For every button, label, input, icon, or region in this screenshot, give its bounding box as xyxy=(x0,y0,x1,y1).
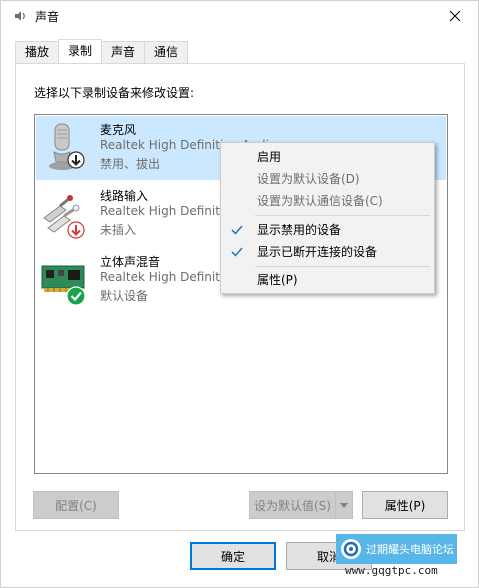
device-name: 线路输入 xyxy=(100,189,149,203)
sound-dialog: 声音 播放 录制 声音 通信 选择以下录制设备来修改设置: 麦克风 Realte… xyxy=(0,0,479,588)
title-bar: 声音 xyxy=(1,1,478,31)
set-default-dropdown-button[interactable] xyxy=(336,491,353,519)
menu-item-label: 显示已断开连接的设备 xyxy=(257,245,378,259)
menu-item-set-default-comm[interactable]: 设置为默认通信设备(C) xyxy=(223,190,432,212)
menu-separator xyxy=(255,215,430,216)
instruction-label: 选择以下录制设备来修改设置: xyxy=(34,86,195,100)
tab-playback[interactable]: 播放 xyxy=(15,41,60,63)
sound-card-icon xyxy=(40,254,88,306)
set-default-button[interactable]: 设为默认值(S) xyxy=(249,491,336,519)
configure-button[interactable]: 配置(C) xyxy=(33,491,119,519)
menu-item-show-disabled[interactable]: 显示禁用的设备 xyxy=(223,219,432,241)
menu-item-label: 设置为默认通信设备(C) xyxy=(257,194,383,208)
menu-item-label: 启用 xyxy=(257,150,282,164)
menu-item-label: 显示禁用的设备 xyxy=(257,223,342,237)
menu-item-set-default[interactable]: 设置为默认设备(D) xyxy=(223,168,432,190)
microphone-icon xyxy=(40,122,88,174)
checkmark-icon xyxy=(231,241,245,263)
context-menu: 启用 设置为默认设备(D) 设置为默认通信设备(C) 显示禁用的设备 显示已断开… xyxy=(220,142,435,294)
menu-item-label: 设置为默认设备(D) xyxy=(257,172,360,186)
close-button[interactable] xyxy=(432,1,478,31)
device-name: 立体声混音 xyxy=(100,255,161,269)
green-check-badge xyxy=(66,286,86,306)
chevron-down-icon xyxy=(340,502,348,508)
tab-sounds[interactable]: 声音 xyxy=(101,41,146,63)
menu-item-properties[interactable]: 属性(P) xyxy=(223,269,432,291)
close-icon xyxy=(449,10,461,22)
watermark-url: www.gqgtpc.com xyxy=(345,564,438,577)
properties-button[interactable]: 属性(P) xyxy=(362,491,448,519)
menu-separator xyxy=(255,266,430,267)
set-default-split-button: 设为默认值(S) xyxy=(249,491,353,519)
watermark-logo-icon xyxy=(341,539,361,559)
speaker-icon xyxy=(13,9,27,23)
watermark-text: 过期耀头电脑论坛 xyxy=(366,543,454,556)
device-name: 麦克风 xyxy=(100,123,137,137)
checkmark-icon xyxy=(231,219,245,241)
line-in-cable-icon xyxy=(40,188,88,240)
device-status: 默认设备 xyxy=(100,289,149,303)
menu-item-label: 属性(P) xyxy=(257,273,298,287)
recording-panel: 选择以下录制设备来修改设置: 麦克风 Realtek High Definiti… xyxy=(15,63,465,531)
menu-item-enable[interactable]: 启用 xyxy=(223,146,432,168)
device-status: 未插入 xyxy=(100,223,137,237)
device-status: 禁用、拔出 xyxy=(100,157,161,171)
tab-recording[interactable]: 录制 xyxy=(58,39,103,63)
ok-button[interactable]: 确定 xyxy=(190,542,276,570)
tab-strip: 播放 录制 声音 通信 xyxy=(15,39,189,63)
tab-communications[interactable]: 通信 xyxy=(144,41,189,63)
watermark-badge: 过期耀头电脑论坛 xyxy=(336,534,457,564)
window-title: 声音 xyxy=(35,10,60,24)
menu-item-show-disconnected[interactable]: 显示已断开连接的设备 xyxy=(223,241,432,263)
